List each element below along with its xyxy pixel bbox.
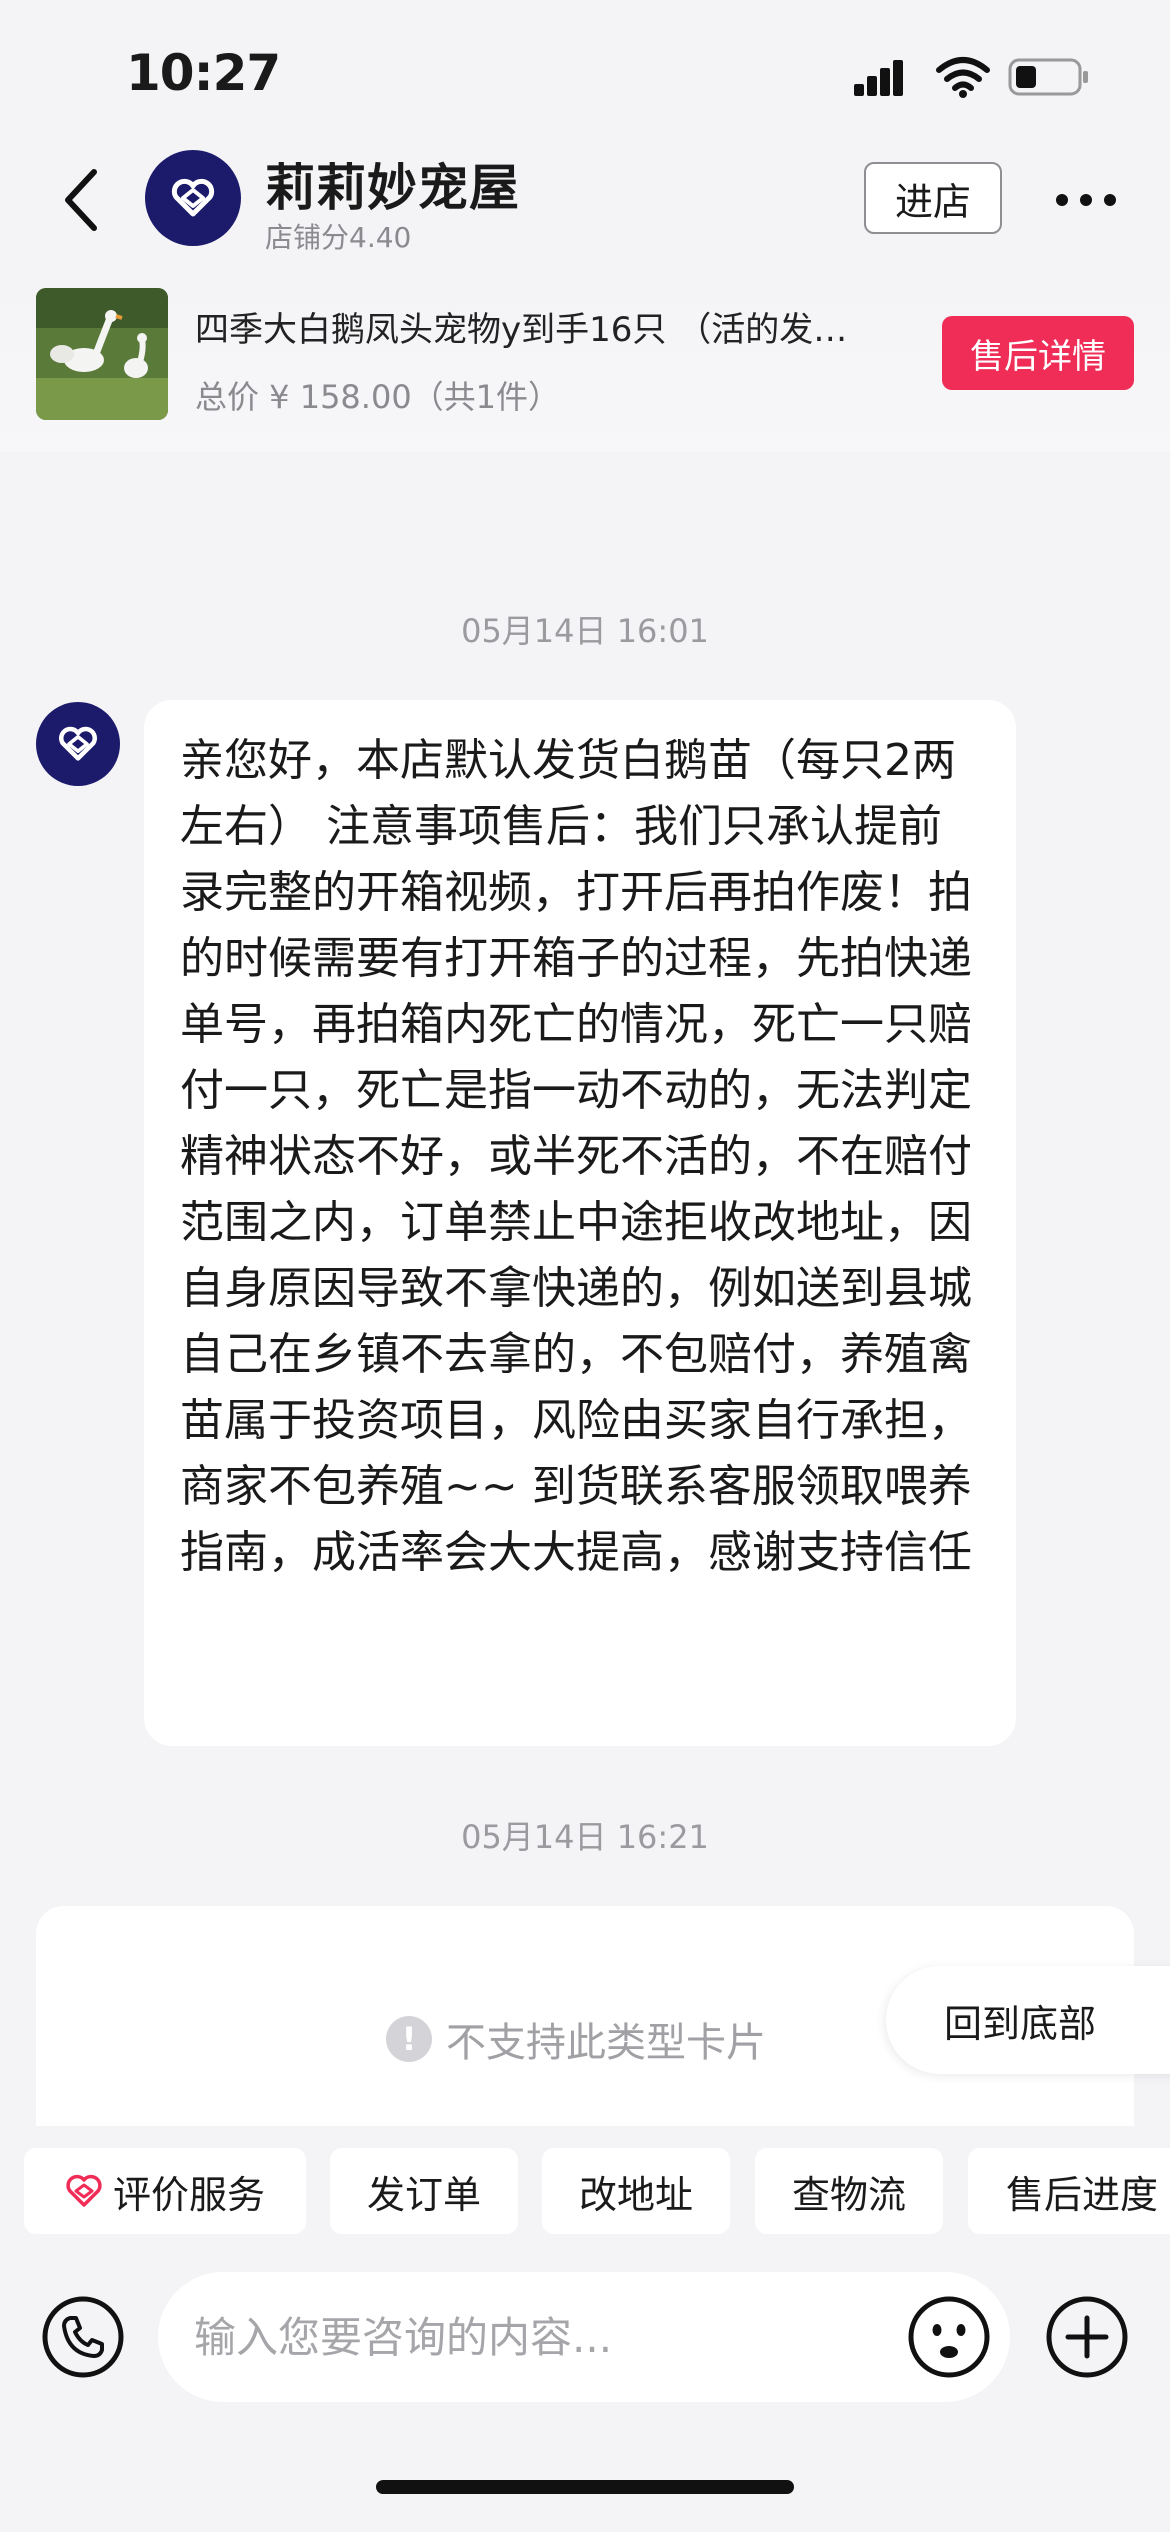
product-card[interactable]: 四季大白鹅凤头宠物y到手16只 （活的发… 总价 ¥ 158.00（共1件） 售…: [0, 262, 1170, 452]
emoji-icon[interactable]: [906, 2294, 992, 2380]
wifi-icon: [936, 57, 990, 98]
back-to-bottom-button[interactable]: 回到底部: [886, 1966, 1170, 2074]
goose-image-icon: [36, 288, 168, 420]
warning-icon: !: [386, 2016, 432, 2062]
enter-store-button[interactable]: 进店: [864, 162, 1002, 234]
change-address-chip[interactable]: 改地址: [542, 2148, 730, 2234]
aftersale-progress-chip[interactable]: 售后进度: [968, 2148, 1170, 2234]
chat-header: 莉莉妙宠屋 店铺分4.40 进店: [0, 140, 1170, 260]
home-indicator: [376, 2480, 794, 2494]
signal-icon: [854, 60, 903, 96]
message-timestamp: 05月14日 16:21: [461, 1818, 709, 1856]
plus-icon[interactable]: [1044, 2294, 1130, 2380]
back-icon[interactable]: [56, 164, 108, 236]
battery-icon: [1008, 58, 1088, 96]
shop-avatar[interactable]: [145, 150, 241, 246]
heart-logo-icon: [59, 726, 97, 761]
send-order-chip[interactable]: 发订单: [330, 2148, 518, 2234]
phone-icon[interactable]: [40, 2294, 126, 2380]
product-price: 总价 ¥ 158.00（共1件）: [195, 378, 561, 416]
shop-name[interactable]: 莉莉妙宠屋: [265, 148, 520, 220]
status-bar: 10:27: [0, 0, 1170, 140]
review-service-chip[interactable]: 评价服务: [24, 2148, 306, 2234]
heart-review-icon: [66, 2174, 102, 2207]
more-icon[interactable]: [1054, 184, 1118, 216]
review-service-label: 评价服务: [112, 2172, 265, 2217]
status-time: 10:27: [126, 44, 281, 102]
shop-avatar-small[interactable]: [36, 702, 120, 786]
message-bubble: 亲您好，本店默认发货白鹅苗（每只2两左右） 注意事项售后：我们只承认提前录完整的…: [144, 700, 1016, 1746]
shop-score: 店铺分4.40: [265, 221, 412, 254]
product-title[interactable]: 四季大白鹅凤头宠物y到手16只 （活的发…: [195, 302, 875, 351]
aftersale-detail-button[interactable]: 售后详情: [942, 316, 1134, 390]
quick-actions-bar: 评价服务 发订单 改地址 查物流 售后进度: [0, 2126, 1170, 2260]
unsupported-card-notice: ! 不支持此类型卡片: [386, 2010, 766, 2068]
track-logistics-chip[interactable]: 查物流: [755, 2148, 943, 2234]
heart-logo-icon: [171, 178, 215, 217]
unsupported-card-text: 不支持此类型卡片: [446, 2020, 766, 2066]
product-thumbnail[interactable]: [36, 288, 168, 420]
message-timestamp: 05月14日 16:01: [461, 612, 709, 650]
message-input[interactable]: [158, 2272, 1010, 2402]
